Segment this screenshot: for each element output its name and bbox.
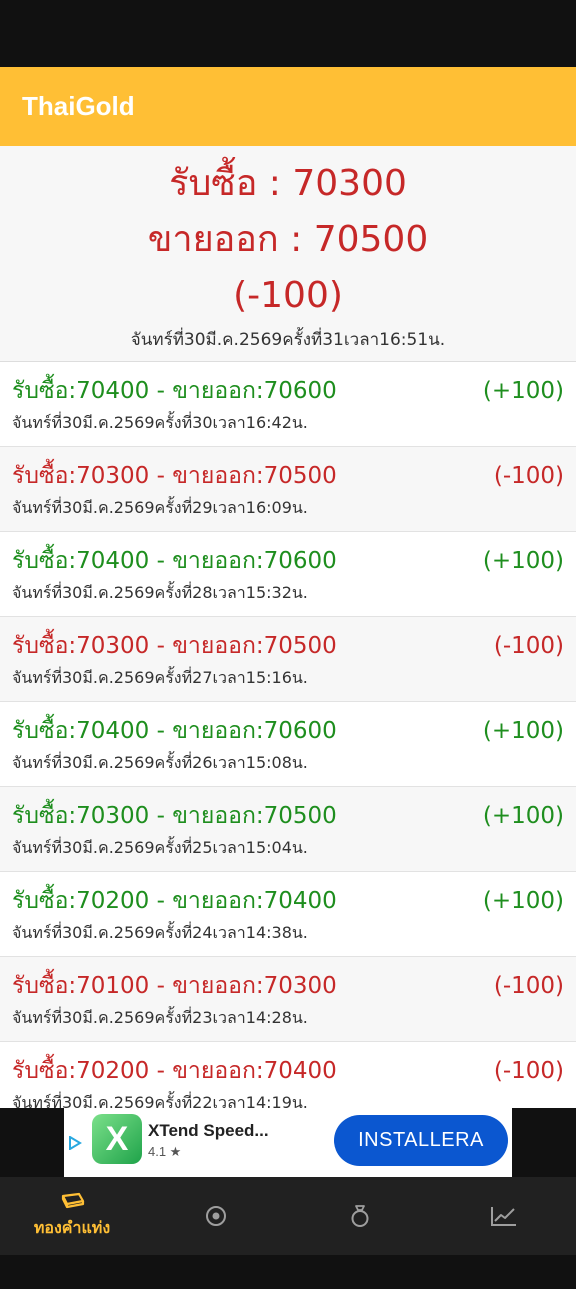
row-price: รับซื้อ:70400 - ขายออก:70600 bbox=[12, 378, 337, 404]
ad-install-button[interactable]: INSTALLERA bbox=[334, 1115, 508, 1166]
app-bar: ThaiGold bbox=[0, 67, 576, 146]
list-item: รับซื้อ:70400 - ขายออก:70600 (+100) จันทร์… bbox=[0, 532, 576, 617]
summary-sell-price: ขายออก : 70500 bbox=[147, 219, 429, 260]
list-item: รับซื้อ:70300 - ขายออก:70500 (+100) จันทร์… bbox=[0, 787, 576, 872]
row-change: (-100) bbox=[493, 463, 564, 489]
content-list[interactable]: รับซื้อ : 70300 ขายออก : 70500 (-100) จั… bbox=[0, 146, 576, 1108]
nav-item-ring[interactable] bbox=[288, 1177, 432, 1255]
row-timestamp: จันทร์ที่30มี.ค.2569ครั้งที่26เวลา15:08น… bbox=[12, 753, 308, 772]
list-item: รับซื้อ:70200 - ขายออก:70400 (-100) จันทร์… bbox=[0, 1042, 576, 1108]
row-timestamp: จันทร์ที่30มี.ค.2569ครั้งที่30เวลา16:42น… bbox=[12, 413, 308, 432]
row-timestamp: จันทร์ที่30มี.ค.2569ครั้งที่24เวลา14:38น… bbox=[12, 923, 308, 942]
ad-banner[interactable]: X XTend Speed... 4.1 ★ INSTALLERA bbox=[64, 1108, 512, 1177]
row-price: รับซื้อ:70200 - ขายออก:70400 bbox=[12, 1058, 337, 1084]
bottom-navigation: ทองคำแท่ง bbox=[0, 1177, 576, 1255]
status-bar bbox=[0, 0, 576, 67]
row-price: รับซื้อ:70300 - ขายออก:70500 bbox=[12, 463, 337, 489]
app-title: ThaiGold bbox=[22, 91, 135, 121]
row-change: (-100) bbox=[493, 633, 564, 659]
row-price: รับซื้อ:70300 - ขายออก:70500 bbox=[12, 633, 337, 659]
row-timestamp: จันทร์ที่30มี.ค.2569ครั้งที่25เวลา15:04น… bbox=[12, 838, 308, 857]
row-change: (+100) bbox=[482, 803, 564, 829]
list-item: รับซื้อ:70200 - ขายออก:70400 (+100) จันทร์… bbox=[0, 872, 576, 957]
system-navigation-bar bbox=[0, 1255, 576, 1289]
row-price: รับซื้อ:70400 - ขายออก:70600 bbox=[12, 548, 337, 574]
ad-app-icon-letter: X bbox=[105, 1119, 129, 1158]
ad-app-icon[interactable]: X bbox=[92, 1114, 142, 1164]
ad-choices-icon[interactable] bbox=[68, 1136, 82, 1150]
price-history-list: รับซื้อ:70400 - ขายออก:70600 (+100) จันทร์… bbox=[0, 362, 576, 1108]
row-timestamp: จันทร์ที่30มี.ค.2569ครั้งที่23เวลา14:28น… bbox=[12, 1008, 308, 1027]
latest-price-summary: รับซื้อ : 70300 ขายออก : 70500 (-100) จั… bbox=[0, 146, 576, 362]
summary-change: (-100) bbox=[233, 275, 343, 316]
list-item: รับซื้อ:70100 - ขายออก:70300 (-100) จันทร์… bbox=[0, 957, 576, 1042]
row-change: (+100) bbox=[482, 718, 564, 744]
trend-chart-icon bbox=[491, 1207, 516, 1226]
row-price: รับซื้อ:70200 - ขายออก:70400 bbox=[12, 888, 337, 914]
row-timestamp: จันทร์ที่30มี.ค.2569ครั้งที่27เวลา15:16น… bbox=[12, 668, 308, 687]
row-change: (-100) bbox=[493, 973, 564, 999]
nav-label-gold-bar: ทองคำแท่ง bbox=[33, 1217, 111, 1237]
row-price: รับซื้อ:70300 - ขายออก:70500 bbox=[12, 803, 337, 829]
row-price: รับซื้อ:70400 - ขายออก:70600 bbox=[12, 718, 337, 744]
nav-item-gold-bar[interactable]: ทองคำแท่ง bbox=[0, 1177, 144, 1255]
list-item: รับซื้อ:70400 - ขายออก:70600 (+100) จันทร์… bbox=[0, 702, 576, 787]
row-timestamp: จันทร์ที่30มี.ค.2569ครั้งที่22เวลา14:19น… bbox=[12, 1093, 308, 1108]
row-price: รับซื้อ:70100 - ขายออก:70300 bbox=[12, 973, 337, 999]
list-item: รับซื้อ:70400 - ขายออก:70600 (+100) จันทร์… bbox=[0, 362, 576, 447]
row-change: (+100) bbox=[482, 888, 564, 914]
ad-app-rating: 4.1 ★ bbox=[148, 1144, 182, 1159]
nav-item-circle[interactable] bbox=[144, 1177, 288, 1255]
summary-buy-price: รับซื้อ : 70300 bbox=[169, 163, 407, 204]
circle-dot-icon bbox=[206, 1206, 226, 1226]
list-item: รับซื้อ:70300 - ขายออก:70500 (-100) จันทร์… bbox=[0, 617, 576, 702]
gold-bar-icon bbox=[61, 1192, 85, 1208]
list-item: รับซื้อ:70300 - ขายออก:70500 (-100) จันทร์… bbox=[0, 447, 576, 532]
summary-timestamp: จันทร์ที่30มี.ค.2569ครั้งที่31เวลา16:51น… bbox=[130, 330, 446, 350]
row-timestamp: จันทร์ที่30มี.ค.2569ครั้งที่28เวลา15:32น… bbox=[12, 583, 308, 602]
row-change: (-100) bbox=[493, 1058, 564, 1084]
ad-app-name[interactable]: XTend Speed... bbox=[148, 1121, 269, 1141]
row-change: (+100) bbox=[482, 548, 564, 574]
ring-icon bbox=[351, 1205, 369, 1227]
nav-item-trend[interactable] bbox=[432, 1177, 576, 1255]
row-timestamp: จันทร์ที่30มี.ค.2569ครั้งที่29เวลา16:09น… bbox=[12, 498, 308, 517]
row-change: (+100) bbox=[482, 378, 564, 404]
